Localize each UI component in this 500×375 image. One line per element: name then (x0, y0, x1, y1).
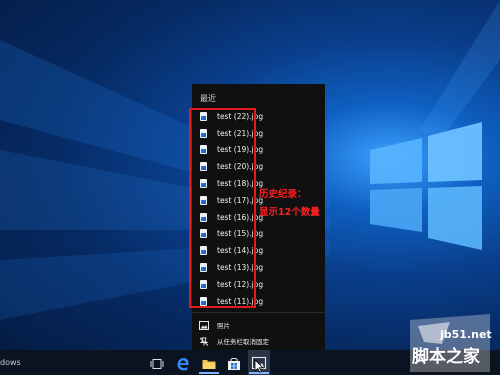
annotation-line-1: 历史纪录： (259, 189, 307, 200)
image-file-icon (200, 162, 207, 172)
recent-file-name: test (18).jpg (217, 179, 264, 189)
divider (192, 312, 325, 313)
windows-logo-light-icon (370, 122, 482, 250)
image-file-icon (200, 229, 207, 239)
recent-file-item[interactable]: test (21).jpg (196, 125, 320, 142)
watermark-text: 脚本之家 (412, 347, 480, 367)
image-file-icon (200, 279, 207, 289)
photos-icon (199, 320, 209, 330)
recent-file-name: test (11).jpg (217, 296, 264, 306)
image-file-icon (200, 145, 207, 155)
recent-file-name: test (19).jpg (217, 145, 264, 155)
unpin-label: 从任务栏取消固定 (217, 338, 269, 346)
recent-file-item[interactable]: test (14).jpg (196, 242, 320, 259)
watermark-url: jb51.net (440, 328, 492, 341)
recent-file-name: test (17).jpg (217, 195, 264, 205)
recent-file-name: test (22).jpg (217, 111, 264, 121)
recent-file-item[interactable]: test (15).jpg (196, 226, 320, 243)
image-file-icon (200, 246, 207, 256)
recent-file-name: test (16).jpg (217, 212, 264, 222)
unpin-from-taskbar-action[interactable]: 从任务栏取消固定 (199, 336, 269, 346)
file-explorer-icon[interactable] (201, 356, 217, 372)
recent-file-name: test (15).jpg (217, 229, 264, 239)
unpin-icon (199, 337, 209, 346)
recent-file-item[interactable]: test (12).jpg (196, 276, 320, 293)
image-file-icon (200, 195, 207, 205)
running-indicator (199, 372, 219, 374)
mouse-cursor-icon (254, 359, 264, 373)
annotation-text: 历史纪录： 显示12个数量 (259, 186, 320, 222)
recent-heading: 最近 (200, 94, 216, 103)
task-view-icon[interactable] (149, 356, 165, 372)
image-file-icon (200, 111, 207, 121)
image-file-icon (200, 212, 207, 222)
recent-file-name: test (12).jpg (217, 279, 264, 289)
open-photos-action[interactable]: 照片 (199, 320, 230, 330)
annotation-line-2: 显示12个数量 (259, 207, 320, 218)
recent-file-name: test (21).jpg (217, 128, 264, 138)
image-file-icon (200, 296, 207, 306)
image-file-icon (200, 263, 207, 273)
image-file-icon (200, 179, 207, 189)
recent-file-item[interactable]: test (13).jpg (196, 259, 320, 276)
search-box-text[interactable]: dows (0, 358, 21, 367)
recent-file-item[interactable]: test (20).jpg (196, 158, 320, 175)
store-icon[interactable] (226, 356, 242, 372)
photos-label: 照片 (217, 322, 230, 330)
recent-file-name: test (14).jpg (217, 246, 264, 256)
recent-file-item[interactable]: test (11).jpg (196, 293, 320, 310)
image-file-icon (200, 128, 207, 138)
edge-icon[interactable] (175, 356, 191, 372)
recent-file-item[interactable]: test (22).jpg (196, 108, 320, 125)
recent-file-item[interactable]: test (19).jpg (196, 142, 320, 159)
recent-file-name: test (13).jpg (217, 263, 264, 273)
recent-file-name: test (20).jpg (217, 162, 264, 172)
